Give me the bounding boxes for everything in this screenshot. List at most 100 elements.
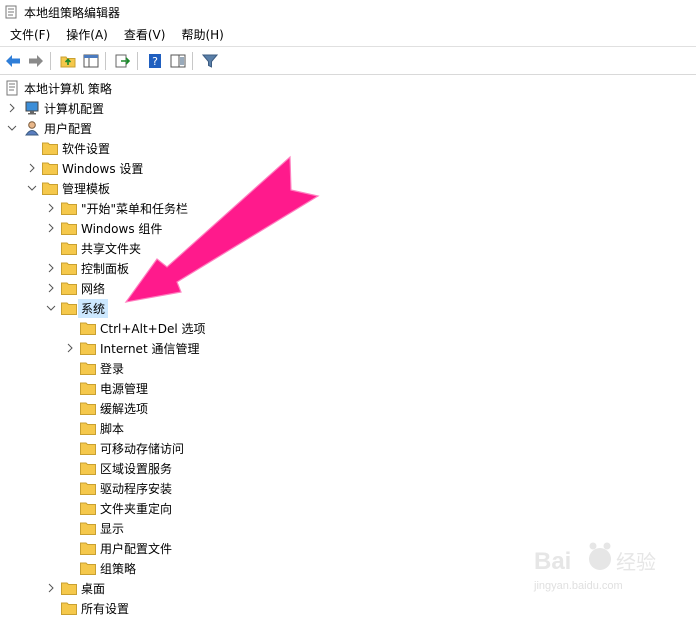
folder-icon [80, 362, 96, 375]
tree-item-group-policy[interactable]: 组策略 [80, 558, 136, 578]
paw-icon [589, 548, 611, 570]
tree-item-shared-folders[interactable]: 共享文件夹 [61, 238, 141, 258]
toolbar-separator [137, 51, 138, 70]
tree-item-computer-config[interactable]: 计算机配置 [24, 98, 104, 118]
expand-chevron-right-icon[interactable] [7, 98, 17, 118]
tree-item-desktop[interactable]: 桌面 [61, 578, 105, 598]
svg-text:?: ? [152, 55, 158, 68]
tree-item-internet-comm[interactable]: Internet 通信管理 [80, 338, 199, 358]
export-list-icon [115, 54, 131, 67]
tree-item-network[interactable]: 网络 [61, 278, 105, 298]
properties-icon [170, 54, 186, 67]
filter-icon [202, 54, 218, 68]
tree-label: 本地计算机 策略 [24, 81, 112, 96]
folder-icon [80, 322, 96, 335]
folder-icon [61, 302, 77, 315]
tree-item-locale-services[interactable]: 区域设置服务 [80, 458, 172, 478]
folder-icon [80, 562, 96, 575]
filter-button[interactable] [200, 51, 220, 71]
tree-item-ctrl-alt-del[interactable]: Ctrl+Alt+Del 选项 [80, 318, 205, 338]
tree-item-admin-templates[interactable]: 管理模板 [42, 178, 110, 198]
tree-item-display[interactable]: 显示 [80, 518, 124, 538]
tree-item-scripts[interactable]: 脚本 [80, 418, 124, 438]
watermark-url: jingyan.baidu.com [533, 580, 623, 592]
tree-item-logon[interactable]: 登录 [80, 358, 124, 378]
tree-label: Windows 组件 [81, 221, 163, 236]
menu-file[interactable]: 文件(F) [0, 24, 58, 46]
expand-chevron-right-icon[interactable] [46, 218, 56, 238]
folder-icon [61, 582, 77, 595]
tree-item-windows-settings[interactable]: Windows 设置 [42, 158, 143, 178]
folder-icon [80, 342, 96, 355]
up-folder-button[interactable] [58, 51, 78, 71]
tree-item-control-panel[interactable]: 控制面板 [61, 258, 129, 278]
properties-button[interactable] [168, 51, 188, 71]
back-arrow-icon [6, 54, 20, 67]
forward-button[interactable] [26, 51, 46, 71]
folder-icon [61, 602, 77, 615]
menu-view[interactable]: 查看(V) [116, 24, 174, 46]
folder-icon [80, 522, 96, 535]
tree-item-power-management[interactable]: 电源管理 [80, 378, 148, 398]
tree-item-software-settings[interactable]: 软件设置 [42, 138, 110, 158]
expand-chevron-right-icon[interactable] [46, 198, 56, 218]
tree-item-start-menu[interactable]: "开始"菜单和任务栏 [61, 198, 188, 218]
folder-icon [61, 202, 77, 215]
back-button[interactable] [3, 51, 23, 71]
tree-label: Internet 通信管理 [100, 341, 200, 356]
tree-label: 显示 [100, 521, 125, 536]
forward-arrow-icon [29, 54, 43, 67]
folder-icon [42, 182, 58, 195]
folder-icon [42, 162, 58, 175]
menu-bar: 文件(F) 操作(A) 查看(V) 帮助(H) [0, 24, 696, 46]
tree-item-system[interactable]: 系统 [61, 298, 109, 318]
tree-label: 所有设置 [81, 601, 130, 616]
tree-label: Windows 设置 [62, 161, 144, 176]
folder-icon [80, 462, 96, 475]
tree-item-folder-redirection[interactable]: 文件夹重定向 [80, 498, 172, 518]
up-folder-icon [60, 56, 76, 67]
tree-label: 区域设置服务 [100, 461, 173, 476]
export-list-button[interactable] [113, 51, 133, 71]
tree-label-selected: 系统 [78, 298, 109, 318]
collapse-chevron-down-icon[interactable] [46, 298, 56, 318]
toolbar-separator [192, 51, 193, 70]
menu-action[interactable]: 操作(A) [58, 24, 116, 46]
expand-chevron-right-icon[interactable] [46, 258, 56, 278]
tree-root[interactable]: 本地计算机 策略 [4, 78, 112, 98]
folder-icon [80, 402, 96, 415]
tree-label: 文件夹重定向 [100, 501, 173, 516]
tree-label: 桌面 [81, 581, 106, 596]
tree-label: 软件设置 [62, 141, 111, 156]
tree-item-driver-installation[interactable]: 驱动程序安装 [80, 478, 172, 498]
show-hide-tree-button[interactable] [81, 51, 101, 71]
expand-chevron-right-icon[interactable] [65, 338, 75, 358]
baidu-jingyan-watermark: Bai 经验 jingyan.baidu.com [530, 537, 680, 595]
collapse-chevron-down-icon[interactable] [27, 178, 37, 198]
watermark-brand: Bai [534, 548, 571, 575]
tree-item-mitigation-options[interactable]: 缓解选项 [80, 398, 148, 418]
collapse-chevron-down-icon[interactable] [7, 118, 17, 138]
console-tree-icon [83, 54, 99, 67]
expand-chevron-right-icon[interactable] [27, 158, 37, 178]
help-button[interactable]: ? [145, 51, 165, 71]
toolbar-separator [105, 51, 106, 70]
folder-icon [80, 422, 96, 435]
menu-help[interactable]: 帮助(H) [173, 24, 231, 46]
tree-label: 驱动程序安装 [100, 481, 173, 496]
tree-item-user-profiles[interactable]: 用户配置文件 [80, 538, 172, 558]
expand-chevron-right-icon[interactable] [46, 278, 56, 298]
tree-label: 用户配置文件 [100, 541, 173, 556]
help-icon: ? [149, 53, 161, 68]
folder-icon [80, 542, 96, 555]
folder-icon [61, 242, 77, 255]
tree-label: 登录 [100, 361, 125, 376]
user-icon [25, 121, 39, 136]
tree-item-removable-storage[interactable]: 可移动存储访问 [80, 438, 184, 458]
expand-chevron-right-icon[interactable] [46, 578, 56, 598]
policy-tree: 本地计算机 策略 计算机配置 用户配置 软件设置 Windows 设置 管理模板 [0, 76, 696, 616]
folder-icon [80, 382, 96, 395]
tree-item-user-config[interactable]: 用户配置 [24, 118, 92, 138]
tree-item-all-settings[interactable]: 所有设置 [61, 598, 129, 618]
tree-item-windows-components[interactable]: Windows 组件 [61, 218, 162, 238]
